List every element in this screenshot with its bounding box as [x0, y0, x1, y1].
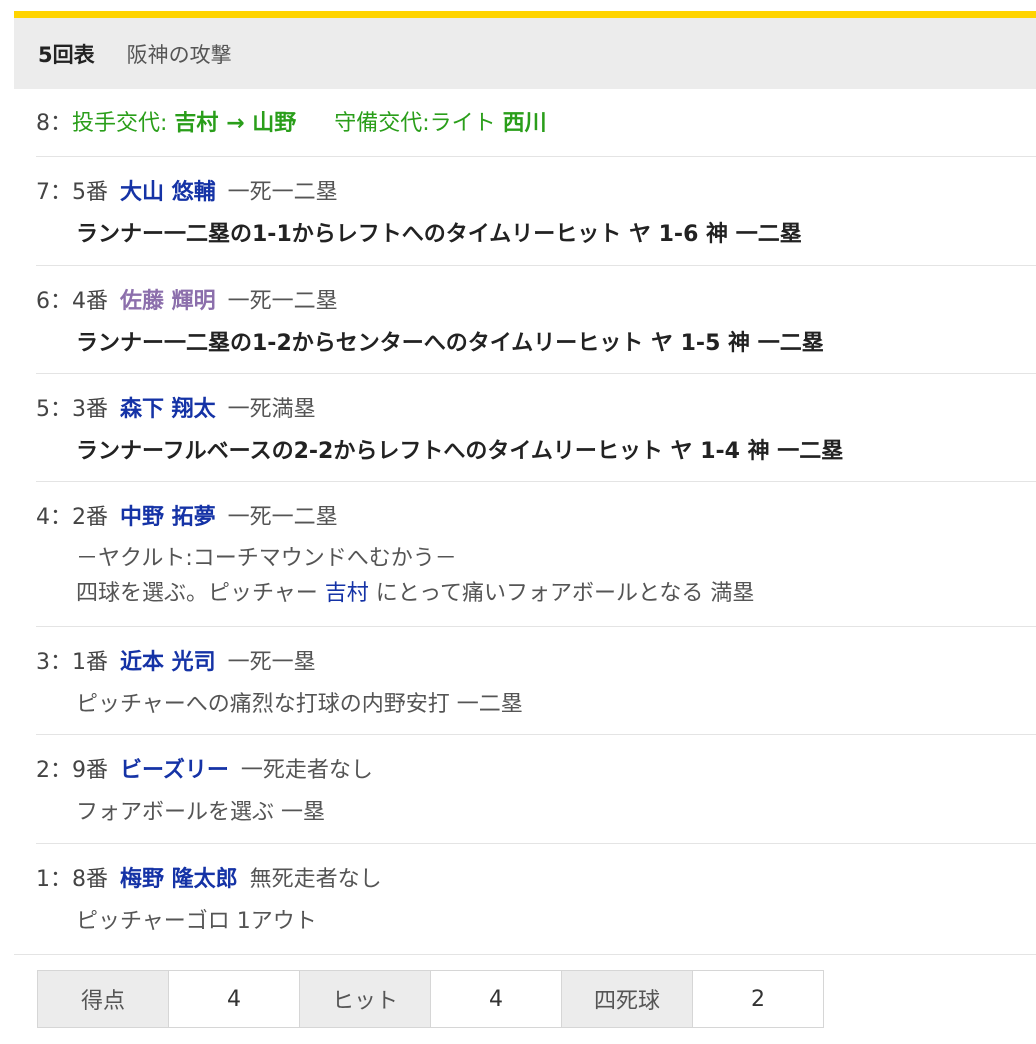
- play-seq: 5：: [36, 397, 72, 422]
- play-seq: 6：: [36, 289, 72, 314]
- defense-change-label: 守備交代:ライト: [334, 111, 503, 136]
- batting-order: 4番: [72, 289, 108, 314]
- play-result-text: 四球を選ぶ。ピッチャー: [76, 581, 325, 606]
- base-situation: 一死走者なし: [240, 758, 373, 783]
- defense-change-player: 西川: [502, 111, 547, 136]
- play-item-4: 4：2番 中野 拓夢 一死一二塁 －ヤクルト:コーチマウンドへむかう－ 四球を選ぶ。…: [36, 482, 1036, 627]
- play-seq: 7：: [36, 180, 72, 205]
- play-seq: 4：: [36, 505, 72, 530]
- base-situation: 一死一二塁: [227, 180, 338, 205]
- batter-name-link[interactable]: 佐藤 輝明: [120, 289, 216, 314]
- summary-row: 得点 4 ヒット 4 四死球 2: [37, 970, 824, 1028]
- base-situation: 一死一二塁: [227, 505, 338, 530]
- batter-line: 7：5番 大山 悠輔 一死一二塁: [36, 177, 1036, 209]
- base-situation: 一死一二塁: [227, 289, 338, 314]
- play-result: ランナー一二塁の1-1からレフトへのタイムリーヒット ヤ 1-6 神 一二塁: [76, 222, 802, 247]
- play-note: －ヤクルト:コーチマウンドへむかう－: [76, 546, 457, 571]
- play-item-2: 2：9番 ビーズリー 一死走者なし フォアボールを選ぶ 一塁: [36, 735, 1036, 844]
- pitcher-name-link[interactable]: 吉村: [325, 581, 369, 606]
- pitcher-to: 山野: [252, 111, 297, 136]
- play-item-7: 7：5番 大山 悠輔 一死一二塁 ランナー一二塁の1-1からレフトへのタイムリーヒッ…: [36, 157, 1036, 266]
- play-result: ピッチャーへの痛烈な打球の内野安打 一二塁: [76, 692, 523, 717]
- base-situation: 一死一塁: [227, 650, 316, 675]
- batter-name-link[interactable]: 森下 翔太: [120, 397, 216, 422]
- play-seq: 2：: [36, 758, 72, 783]
- hits-label: ヒット: [299, 970, 431, 1028]
- batter-line: 6：4番 佐藤 輝明 一死一二塁: [36, 286, 1036, 318]
- runs-value: 4: [168, 970, 300, 1028]
- pitcher-change-label: 投手交代:: [72, 111, 175, 136]
- batter-line: 3：1番 近本 光司 一死一塁: [36, 647, 1036, 679]
- batter-line: 1：8番 梅野 隆太郎 無死走者なし: [36, 864, 1036, 896]
- play-result: ランナーフルベースの2-2からレフトへのタイムリーヒット ヤ 1-4 神 一二塁: [76, 439, 844, 464]
- batter-line: 4：2番 中野 拓夢 一死一二塁: [36, 502, 1036, 534]
- batting-order: 1番: [72, 650, 108, 675]
- play-item-5: 5：3番 森下 翔太 一死満塁 ランナーフルベースの2-2からレフトへのタイムリーヒ…: [36, 374, 1036, 482]
- batting-order: 9番: [72, 758, 108, 783]
- base-situation: 無死走者なし: [249, 867, 382, 892]
- batting-order: 8番: [72, 867, 108, 892]
- hits-value: 4: [430, 970, 562, 1028]
- batter-name-link[interactable]: 近本 光司: [120, 650, 216, 675]
- play-item-1: 1：8番 梅野 隆太郎 無死走者なし ピッチャーゴロ 1アウト: [36, 844, 1036, 954]
- play-result: ランナー一二塁の1-2からセンターへのタイムリーヒット ヤ 1-5 神 一二塁: [76, 331, 824, 356]
- play-item-6: 6：4番 佐藤 輝明 一死一二塁 ランナー一二塁の1-2からセンターへのタイムリーヒ…: [36, 266, 1036, 374]
- substitution-line: 8：投手交代: 吉村 → 山野 守備交代:ライト 西川: [36, 108, 1036, 140]
- batter-name-link[interactable]: 大山 悠輔: [120, 180, 216, 205]
- batter-line: 2：9番 ビーズリー 一死走者なし: [36, 755, 1036, 787]
- batter-name-link[interactable]: ビーズリー: [120, 758, 229, 783]
- play-list: 8：投手交代: 吉村 → 山野 守備交代:ライト 西川 7：5番 大山 悠輔 一死一二…: [36, 89, 1036, 954]
- play-result: ピッチャーゴロ 1アウト: [76, 909, 317, 934]
- base-situation: 一死満塁: [227, 397, 316, 422]
- batting-order: 2番: [72, 505, 108, 530]
- pitcher-from: 吉村: [174, 111, 219, 136]
- accent-bar: [14, 11, 1036, 18]
- play-result: フォアボールを選ぶ 一塁: [76, 800, 325, 825]
- play-item-3: 3：1番 近本 光司 一死一塁 ピッチャーへの痛烈な打球の内野安打 一二塁: [36, 627, 1036, 735]
- batter-name-link[interactable]: 中野 拓夢: [120, 505, 216, 530]
- inning-summary-table: 得点 4 ヒット 4 四死球 2: [37, 970, 824, 1028]
- play-item-8: 8：投手交代: 吉村 → 山野 守備交代:ライト 西川: [36, 89, 1036, 157]
- walks-label: 四死球: [561, 970, 693, 1028]
- play-seq: 8：: [36, 111, 72, 136]
- inning-team-attack: 阪神の攻撃: [126, 42, 232, 67]
- batter-name-link[interactable]: 梅野 隆太郎: [120, 867, 238, 892]
- batter-line: 5：3番 森下 翔太 一死満塁: [36, 394, 1036, 426]
- batting-order: 5番: [72, 180, 108, 205]
- divider: [14, 954, 1036, 955]
- play-result-text-cont: にとって痛いフォアボールとなる 満塁: [368, 581, 755, 606]
- inning-header: 5回表 阪神の攻撃: [14, 18, 1036, 89]
- walks-value: 2: [692, 970, 824, 1028]
- play-seq: 1：: [36, 867, 72, 892]
- batting-order: 3番: [72, 397, 108, 422]
- arrow-icon: →: [218, 111, 253, 136]
- play-seq: 3：: [36, 650, 72, 675]
- inning-number: 5回表: [38, 42, 95, 67]
- runs-label: 得点: [37, 970, 169, 1028]
- play-result: 四球を選ぶ。ピッチャー 吉村 にとって痛いフォアボールとなる 満塁: [76, 578, 1036, 610]
